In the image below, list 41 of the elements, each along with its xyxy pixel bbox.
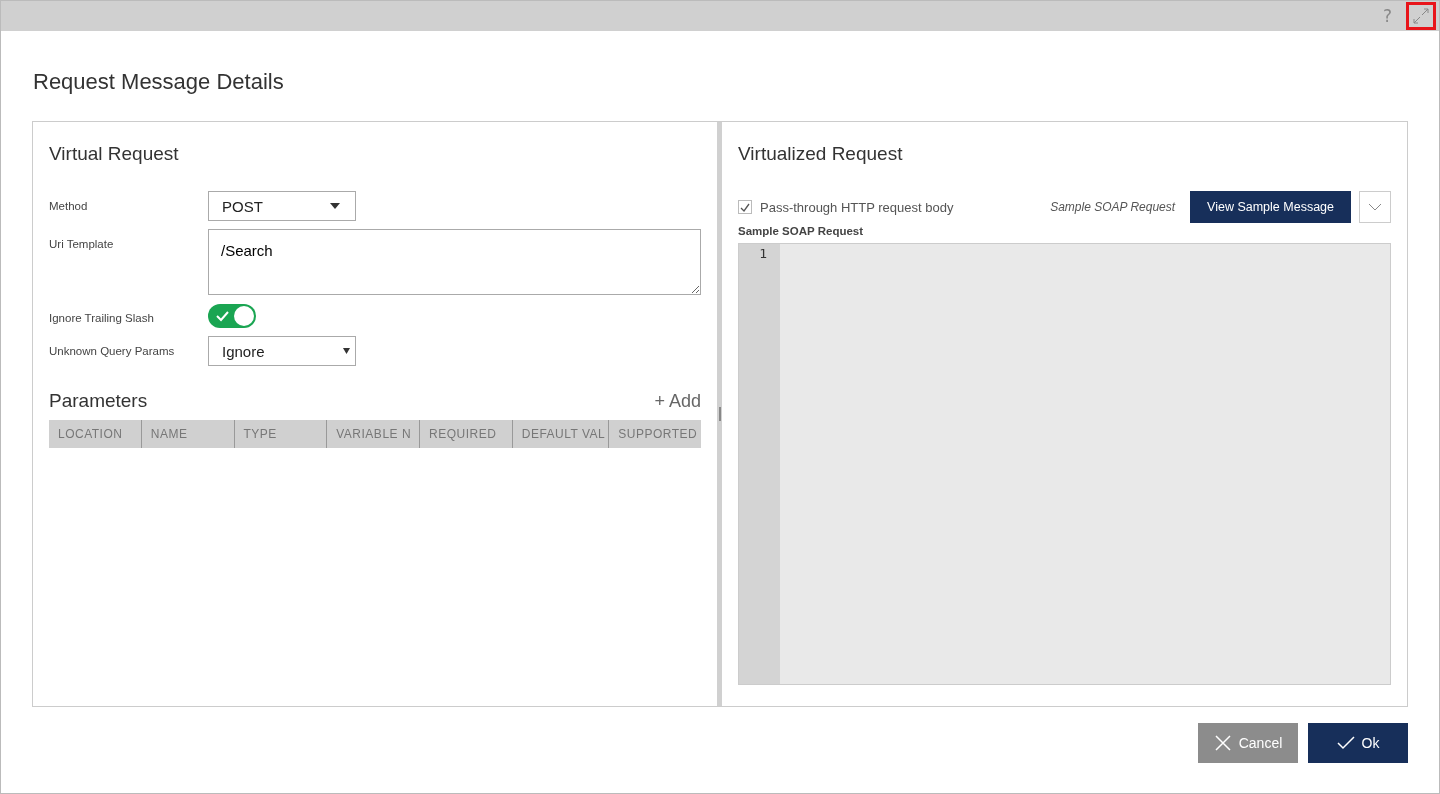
column-header[interactable]: SUPPORTED [608,420,701,448]
section-heading: Parameters [49,390,148,412]
caret-icon [343,348,350,354]
method-dropdown[interactable]: POST [208,191,356,221]
caret-icon [330,203,340,209]
uri-template-field[interactable]: /Search [208,229,701,295]
dialog-title: Request Message Details [33,69,285,95]
close-icon [1213,734,1232,752]
column-header[interactable]: DEFAULT VAL [511,420,609,448]
sample-type-label: Sample SOAP Request [1050,200,1176,214]
view-sample-button[interactable]: View Sample Message [1190,191,1351,223]
chevron-down-icon [1368,203,1382,211]
resize-grip-icon [691,285,699,293]
column-header[interactable]: TYPE [233,420,327,448]
add-button[interactable]: + Add [654,390,701,412]
column-header[interactable]: LOCATION [49,420,141,448]
column-header[interactable]: REQUIRED [419,420,512,448]
dropdown-button[interactable] [1359,191,1391,223]
panel-heading: Virtualized Request [738,143,904,165]
editor-label: Sample SOAP Request [738,225,865,237]
checkbox-label: Pass-through HTTP request body [760,199,954,215]
expand-icon [1412,7,1430,25]
check-icon [215,310,229,322]
panel-heading: Virtual Request [49,143,180,165]
checkbox[interactable] [738,200,752,214]
field-label: Ignore Trailing Slash [49,311,155,324]
query-params-dropdown[interactable]: Ignore [208,336,356,366]
help-icon[interactable]: ? [1382,6,1392,26]
cancel-button[interactable]: Cancel [1198,723,1298,763]
column-header[interactable]: NAME [140,420,234,448]
expand-button[interactable] [1406,2,1436,30]
column-header[interactable]: VARIABLE N [326,420,419,448]
check-icon [1336,736,1355,750]
line-number: 1 [758,245,768,261]
field-label: Unknown Query Params [49,344,176,357]
splitter-handle[interactable] [718,407,721,421]
code-editor[interactable]: 1 [738,243,1391,685]
field-label: Method [49,199,89,212]
field-label: Uri Template [49,237,115,250]
ok-button[interactable]: Ok [1308,723,1408,763]
toggle-switch[interactable] [208,304,256,328]
